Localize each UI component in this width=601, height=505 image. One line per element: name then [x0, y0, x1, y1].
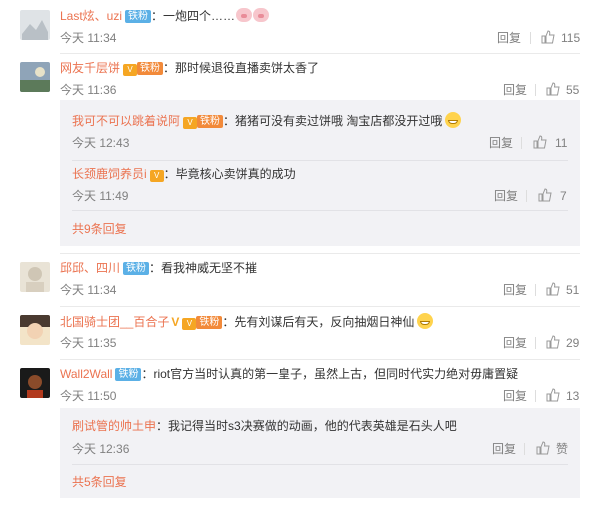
comment-item: Wall2Wall 铁粉 ：riot官方当时认真的第一皇子，虽然上古，但同时代实力绝…: [0, 360, 601, 505]
commenter-name[interactable]: 北国骑士团__百合子: [60, 315, 169, 329]
vip-icon: V: [123, 64, 138, 76]
comment-time: 今天 11:34: [60, 31, 117, 45]
like-count: 115: [561, 31, 581, 45]
fan-badge[interactable]: 铁粉: [125, 10, 152, 23]
pig-emoji-icon: [236, 8, 253, 22]
reply-button[interactable]: 回复: [503, 388, 527, 404]
verified-v-icon: V: [171, 315, 180, 329]
comment-time: 今天 11:50: [60, 389, 117, 403]
divider: [535, 390, 536, 402]
reply-button[interactable]: 回复: [492, 441, 516, 457]
divider: [535, 337, 536, 349]
reply-panel: 我可不可以跳着说阿 V 铁粉 ：猪猪可没有卖过饼哦 淘宝店都没开过哦 今天 12:43…: [60, 100, 580, 246]
like-count: 11: [555, 136, 568, 150]
more-replies-link[interactable]: 共9条回复: [72, 221, 127, 237]
comment-text: ：一炮四个……: [151, 9, 236, 23]
like-icon[interactable]: [546, 388, 560, 402]
fan-badge[interactable]: 铁粉: [115, 368, 142, 381]
avatar[interactable]: [20, 262, 50, 292]
comment-item: 网友千层饼 V 铁粉 ：那时候退役直播卖饼太香了 今天 11:36 回复 55 我可不…: [0, 54, 601, 246]
like-icon[interactable]: [546, 282, 560, 296]
more-replies-link[interactable]: 共5条回复: [72, 474, 127, 490]
divider: [521, 137, 522, 149]
divider: [72, 210, 568, 211]
reply-text: ：猪猪可没有卖过饼哦 淘宝店都没开过哦: [223, 114, 443, 128]
like-icon[interactable]: [533, 135, 547, 149]
fan-badge[interactable]: 铁粉: [196, 316, 223, 329]
reply-text: ：毕竟核心卖饼真的成功: [163, 167, 296, 181]
divider: [535, 84, 536, 96]
reply-button[interactable]: 回复: [489, 135, 513, 151]
reply-button[interactable]: 回复: [503, 335, 527, 351]
face-emoji-icon: [417, 313, 434, 329]
like-count: 51: [566, 283, 580, 297]
avatar[interactable]: [20, 10, 50, 40]
reply-time: 今天 12:43: [72, 136, 130, 150]
commenter-name[interactable]: Last炫、uzi: [60, 9, 122, 23]
fan-badge[interactable]: 铁粉: [123, 262, 150, 275]
fan-badge[interactable]: 铁粉: [137, 62, 164, 75]
vip-icon: V: [149, 170, 164, 182]
divider: [526, 190, 527, 202]
replier-name[interactable]: 刷试管的帅土申: [72, 419, 156, 433]
reply-button[interactable]: 回复: [494, 188, 518, 204]
vip-icon: V: [183, 117, 198, 129]
comment-text: ：riot官方当时认真的第一皇子，虽然上古，但同时代实力绝对毋庸置疑: [141, 367, 519, 381]
replier-name[interactable]: 我可不可以跳着说阿: [72, 114, 180, 128]
reply-panel: 刷试管的帅土申：我记得当时s3决赛做的动画，他的代表英雄是石头人吧 今天 12:…: [60, 408, 580, 498]
reply-button[interactable]: 回复: [503, 82, 527, 98]
divider: [72, 160, 568, 161]
commenter-name[interactable]: 邱邱、四川: [60, 261, 120, 275]
divider: [535, 284, 536, 296]
commenter-name[interactable]: 网友千层饼: [60, 61, 120, 75]
fan-badge[interactable]: 铁粉: [197, 115, 224, 128]
vip-icon: V: [182, 318, 197, 330]
reply-button[interactable]: 回复: [503, 282, 527, 298]
like-label[interactable]: 赞: [556, 441, 568, 457]
replier-name[interactable]: 长颈鹿饲养员i: [72, 167, 147, 181]
like-icon[interactable]: [536, 441, 550, 455]
pig-emoji-icon: [253, 8, 270, 22]
divider: [524, 443, 525, 455]
reply-time: 今天 12:36: [72, 442, 130, 456]
like-icon[interactable]: [541, 30, 555, 44]
grin-emoji-icon: [445, 112, 462, 128]
divider: [530, 32, 531, 44]
like-icon[interactable]: [546, 335, 560, 349]
like-icon[interactable]: [538, 188, 552, 202]
like-count: 29: [566, 336, 580, 350]
comment-time: 今天 11:35: [60, 336, 117, 350]
comment-item: 北国骑士团__百合子 V V 铁粉 ：先有刘谋后有天，反向抽烟日神仙 今天 11:35 …: [0, 307, 601, 359]
comment-time: 今天 11:34: [60, 283, 117, 297]
comment-text: ：先有刘谋后有天，反向抽烟日神仙: [222, 315, 415, 329]
comment-item: Last炫、uzi 铁粉 ：一炮四个…… 今天 11:34 回复 115: [0, 0, 601, 52]
comment-text: ：看我神威无坚不摧: [149, 261, 258, 275]
like-count: 55: [566, 83, 580, 97]
avatar[interactable]: [20, 368, 50, 398]
like-icon[interactable]: [546, 82, 560, 96]
comment-item: 邱邱、四川 铁粉 ：看我神威无坚不摧 今天 11:34 回复 51: [0, 254, 601, 306]
comment-text: ：那时候退役直播卖饼太香了: [163, 61, 320, 75]
divider: [72, 464, 568, 465]
like-count: 7: [560, 189, 567, 203]
commenter-name[interactable]: Wall2Wall: [60, 367, 112, 381]
reply-button[interactable]: 回复: [497, 30, 521, 46]
comment-time: 今天 11:36: [60, 83, 117, 97]
avatar[interactable]: [20, 315, 50, 345]
reply-time: 今天 11:49: [72, 189, 129, 203]
like-count: 13: [566, 389, 580, 403]
avatar[interactable]: [20, 62, 50, 92]
reply-text: ：我记得当时s3决赛做的动画，他的代表英雄是石头人吧: [156, 419, 457, 433]
